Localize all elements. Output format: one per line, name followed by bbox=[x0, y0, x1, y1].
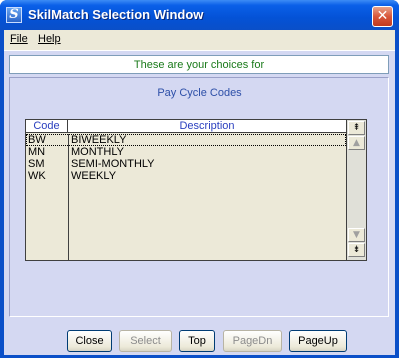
row-description: MONTHLY bbox=[71, 146, 124, 158]
grid-header: Code Description bbox=[26, 120, 346, 133]
grid-body: BW BIWEEKLY MN MONTHLY SM SEMI-MONTHLY W… bbox=[26, 134, 346, 260]
row-description: BIWEEKLY bbox=[71, 134, 127, 146]
table-row[interactable]: SM SEMI-MONTHLY bbox=[26, 158, 346, 170]
table-row[interactable]: WK WEEKLY bbox=[26, 170, 346, 182]
table-row[interactable]: MN MONTHLY bbox=[26, 146, 346, 158]
scroll-top-icon[interactable]: ⇞ bbox=[348, 121, 365, 135]
app-icon: S bbox=[6, 7, 22, 23]
content-panel: These are your choices for Pay Cycle Cod… bbox=[4, 50, 395, 355]
window-client: File Help These are your choices for Pay… bbox=[4, 30, 395, 355]
row-code: WK bbox=[28, 170, 46, 182]
window-title: SkilMatch Selection Window bbox=[28, 7, 204, 22]
menu-help[interactable]: Help bbox=[38, 33, 61, 45]
close-button[interactable]: Close bbox=[67, 330, 112, 352]
codes-grid: Code Description BW BIWEEKLY MN MONTHLY … bbox=[25, 119, 367, 261]
row-code: MN bbox=[28, 146, 46, 158]
button-bar: Close Select Top PageDn PageUp bbox=[4, 319, 395, 355]
scroll-down-icon[interactable]: ▼ bbox=[348, 228, 365, 242]
banner-text: These are your choices for bbox=[133, 59, 265, 71]
row-description: SEMI-MONTHLY bbox=[71, 158, 155, 170]
list-subtitle: Pay Cycle Codes bbox=[157, 87, 242, 99]
row-description: WEEKLY bbox=[71, 170, 117, 182]
row-code: SM bbox=[28, 158, 45, 170]
menu-file-label: File bbox=[10, 33, 28, 45]
top-button[interactable]: Top bbox=[179, 330, 215, 352]
column-header-code[interactable]: Code bbox=[26, 120, 68, 133]
window-frame-right bbox=[395, 30, 399, 358]
selection-window: S SkilMatch Selection Window ✕ File Help… bbox=[0, 0, 399, 358]
page-up-button[interactable]: PageUp bbox=[289, 330, 347, 352]
row-code: BW bbox=[28, 134, 46, 146]
select-button[interactable]: Select bbox=[119, 330, 172, 352]
vertical-scrollbar[interactable]: ⇞ ▲ ▼ ⇟ bbox=[346, 120, 366, 260]
menu-bar: File Help bbox=[4, 30, 395, 50]
scroll-bottom-icon[interactable]: ⇟ bbox=[348, 243, 365, 257]
menu-file[interactable]: File bbox=[10, 33, 28, 45]
title-bar[interactable]: S SkilMatch Selection Window ✕ bbox=[0, 0, 399, 30]
menu-help-label: Help bbox=[38, 33, 61, 45]
column-header-description[interactable]: Description bbox=[68, 120, 346, 133]
page-down-button[interactable]: PageDn bbox=[223, 330, 282, 352]
choices-banner: These are your choices for bbox=[9, 55, 389, 74]
table-row[interactable]: BW BIWEEKLY bbox=[26, 134, 346, 146]
scroll-up-icon[interactable]: ▲ bbox=[348, 136, 365, 150]
close-window-button[interactable]: ✕ bbox=[372, 6, 393, 27]
